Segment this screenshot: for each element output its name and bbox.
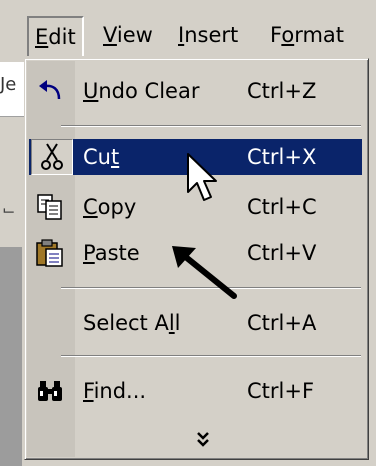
double-chevron-down-icon[interactable] <box>193 429 213 447</box>
menu-item-find-shortcut: Ctrl+F <box>247 379 315 403</box>
menu-separator <box>61 125 361 127</box>
copy-icon <box>35 193 65 221</box>
paste-accel: P <box>83 241 95 265</box>
find-accel: F <box>83 379 94 403</box>
menu-item-select-all[interactable]: Select All Ctrl+A <box>29 305 362 341</box>
menu-item-paste-shortcut: Ctrl+V <box>247 241 317 265</box>
menu-format[interactable]: Format <box>270 18 344 52</box>
background-window-edge: Je ⌙ <box>0 62 24 466</box>
menu-item-undo-label: Undo Clear <box>83 73 199 109</box>
menu-insert[interactable]: Insert <box>178 18 238 52</box>
selectall-post: l <box>174 311 181 335</box>
menu-separator <box>61 355 361 357</box>
menu-item-undo-shortcut: Ctrl+Z <box>247 79 317 103</box>
toolbar-fragment: ⌙ <box>2 200 16 219</box>
menu-item-paste-label: Paste <box>83 235 140 271</box>
menu-view-accel: V <box>103 23 117 47</box>
menu-view[interactable]: View <box>103 18 153 52</box>
paste-post: aste <box>94 241 140 265</box>
undo-icon <box>35 77 65 105</box>
copy-post: opy <box>97 195 137 219</box>
undo-accel: U <box>83 79 99 103</box>
menu-item-cut-shortcut: Ctrl+X <box>247 145 317 169</box>
menu-item-find-label: Find... <box>83 373 146 409</box>
menu-item-copy-shortcut: Ctrl+C <box>247 195 317 219</box>
document-text-fragment: Je <box>0 74 17 95</box>
menu-view-post: iew <box>116 23 153 47</box>
find-post: ind... <box>93 379 147 403</box>
menu-format-pre: F <box>270 23 282 47</box>
undo-post: ndo Clear <box>98 79 200 103</box>
menu-item-copy-label: Copy <box>83 189 136 225</box>
cut-accel: t <box>110 145 120 169</box>
menu-format-accel: o <box>281 23 295 47</box>
menu-edit-accel: E <box>35 25 49 49</box>
annotation-arrow-icon <box>166 240 242 307</box>
binoculars-icon <box>35 377 65 405</box>
copy-accel: C <box>83 195 98 219</box>
menu-edit[interactable]: Edit <box>27 16 84 56</box>
menu-format-post: rmat <box>294 23 345 47</box>
menu-item-select-all-label: Select All <box>83 305 181 341</box>
menu-insert-post: nsert <box>184 23 239 47</box>
menu-edit-post: dit <box>48 25 76 49</box>
cut-pre: Cu <box>83 145 111 169</box>
scissors-icon <box>31 139 73 175</box>
menu-item-find[interactable]: Find... Ctrl+F <box>29 373 362 409</box>
menu-item-cut-label: Cut <box>83 139 119 175</box>
menu-item-select-all-shortcut: Ctrl+A <box>247 311 317 335</box>
mouse-pointer-icon <box>186 152 220 209</box>
paste-icon <box>35 239 65 267</box>
menu-bar: Edit View Insert Format <box>0 0 376 60</box>
menu-item-undo[interactable]: Undo Clear Ctrl+Z <box>29 73 362 109</box>
selectall-pre: Select A <box>83 311 169 335</box>
workspace-area <box>0 247 22 466</box>
